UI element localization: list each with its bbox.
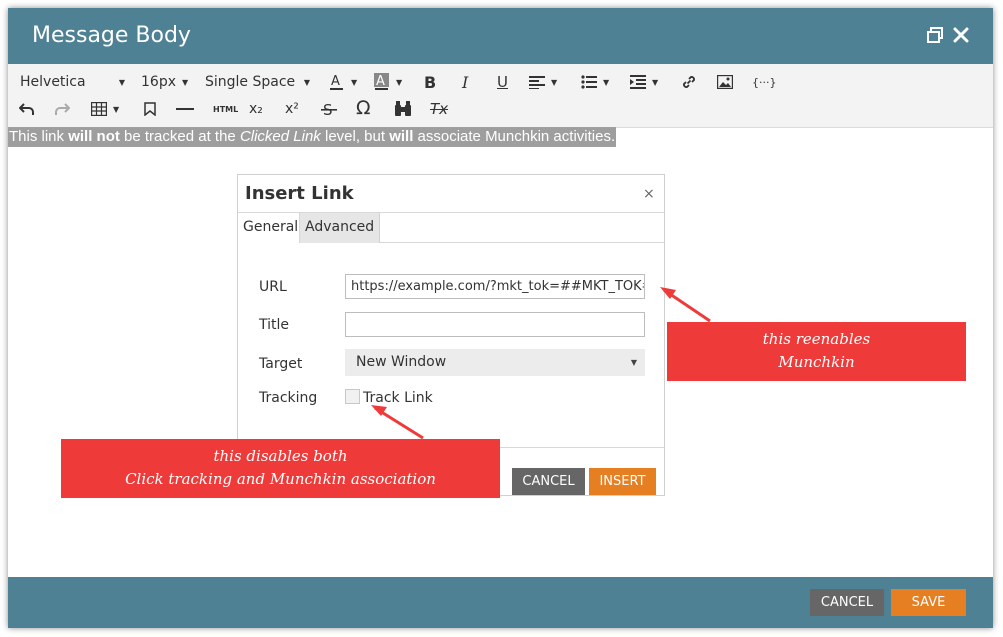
title-input[interactable] [345, 312, 645, 337]
content-text: level, but [320, 128, 390, 145]
track-link-label: Track Link [363, 390, 433, 406]
chevron-down-icon: ▼ [652, 77, 659, 87]
insert-button[interactable]: INSERT [589, 468, 656, 495]
editor-toolbar: Helvetica ▼ 16px ▼ Single Space ▼ A ▼ A … [8, 64, 993, 128]
content-text: This link [9, 128, 69, 145]
image-icon[interactable] [717, 71, 733, 93]
insert-link-header: Insert Link × [238, 175, 664, 213]
chevron-down-icon: ▼ [630, 358, 637, 367]
subscript-icon[interactable]: x₂ [249, 98, 263, 120]
bold-icon[interactable]: B [424, 71, 436, 93]
align-icon[interactable]: ▼ [529, 71, 557, 93]
italic-icon[interactable]: I [462, 71, 468, 93]
callout-text: this disables both [213, 447, 348, 465]
find-icon[interactable] [394, 98, 412, 120]
dialog-title: Message Body [32, 23, 191, 48]
save-button[interactable]: SAVE [891, 589, 966, 616]
url-label: URL [259, 279, 287, 295]
callout-text: Munchkin [778, 353, 855, 371]
font-size-select[interactable]: 16px ▼ [141, 71, 191, 93]
chevron-down-icon: ▼ [551, 77, 558, 87]
chevron-down-icon: ▼ [396, 77, 403, 87]
font-size-value: 16px [141, 74, 176, 90]
callout-disables: this disables both Click tracking and Mu… [61, 439, 500, 498]
insert-link-title: Insert Link [245, 183, 354, 204]
strikethrough-icon[interactable]: S [321, 98, 337, 120]
dialog-footer: CANCEL SAVE [8, 577, 993, 628]
content-bold-text: will [389, 128, 414, 145]
cancel-button[interactable]: CANCEL [810, 589, 884, 616]
underline-icon[interactable]: U [497, 71, 508, 93]
callout-reenables: this reenables Munchkin [667, 322, 966, 381]
target-value: New Window [356, 354, 447, 370]
svg-text:A: A [376, 74, 385, 89]
restore-window-icon[interactable] [926, 26, 946, 46]
line-spacing-select[interactable]: Single Space ▼ [205, 71, 310, 93]
background-color-icon[interactable]: A ▼ [374, 71, 402, 93]
track-link-checkbox[interactable] [345, 389, 360, 404]
undo-icon[interactable] [19, 98, 35, 120]
html-icon[interactable]: HTML [213, 98, 238, 120]
chevron-down-icon: ▼ [303, 77, 310, 87]
redo-icon[interactable] [54, 98, 70, 120]
close-icon[interactable]: × [643, 186, 655, 202]
font-color-icon[interactable]: A ▼ [329, 71, 357, 93]
indent-icon[interactable]: ▼ [630, 71, 658, 93]
horizontal-rule-icon[interactable] [176, 98, 194, 120]
table-icon[interactable]: ▼ [91, 98, 119, 120]
callout-text: this reenables [762, 330, 871, 348]
callout-text: Click tracking and Munchkin association [125, 470, 436, 488]
line-spacing-value: Single Space [205, 74, 296, 90]
tab-advanced[interactable]: Advanced [300, 213, 380, 243]
chevron-down-icon: ▼ [182, 77, 189, 87]
target-select[interactable]: New Window ▼ [345, 349, 645, 376]
chevron-down-icon: ▼ [351, 77, 358, 87]
chevron-down-icon: ▼ [118, 77, 125, 87]
url-input[interactable]: https://example.com/?mkt_tok=##MKT_TOK## [345, 274, 645, 299]
title-label: Title [259, 317, 290, 333]
bookmark-icon[interactable] [144, 98, 156, 120]
bullet-list-icon[interactable]: ▼ [581, 71, 609, 93]
clear-format-icon[interactable]: Tx [430, 98, 448, 120]
insert-link-tabs: General Advanced [238, 213, 664, 243]
content-italic-text: Clicked Link [239, 128, 321, 145]
link-icon[interactable] [681, 71, 697, 93]
content-text: be tracked at the [119, 128, 240, 145]
code-snippet-icon[interactable]: {···} [752, 71, 777, 93]
insert-cancel-button[interactable]: CANCEL [512, 468, 585, 495]
close-icon[interactable] [952, 26, 972, 46]
chevron-down-icon: ▼ [113, 104, 120, 114]
tracking-label: Tracking [259, 390, 318, 406]
dialog-titlebar: Message Body [8, 8, 993, 64]
font-family-select[interactable]: Helvetica ▼ [20, 71, 125, 93]
target-label: Target [259, 356, 303, 372]
chevron-down-icon: ▼ [603, 77, 610, 87]
special-character-icon[interactable]: Ω [356, 97, 371, 119]
svg-text:A: A [331, 74, 340, 89]
editor-content-text[interactable]: This link will not be tracked at the Cli… [8, 127, 617, 147]
superscript-icon[interactable]: x² [285, 98, 299, 120]
font-family-value: Helvetica [20, 74, 86, 90]
content-text: associate Munchkin activities. [413, 128, 616, 145]
tab-general[interactable]: General [238, 213, 300, 243]
content-bold-text: will not [68, 128, 120, 145]
